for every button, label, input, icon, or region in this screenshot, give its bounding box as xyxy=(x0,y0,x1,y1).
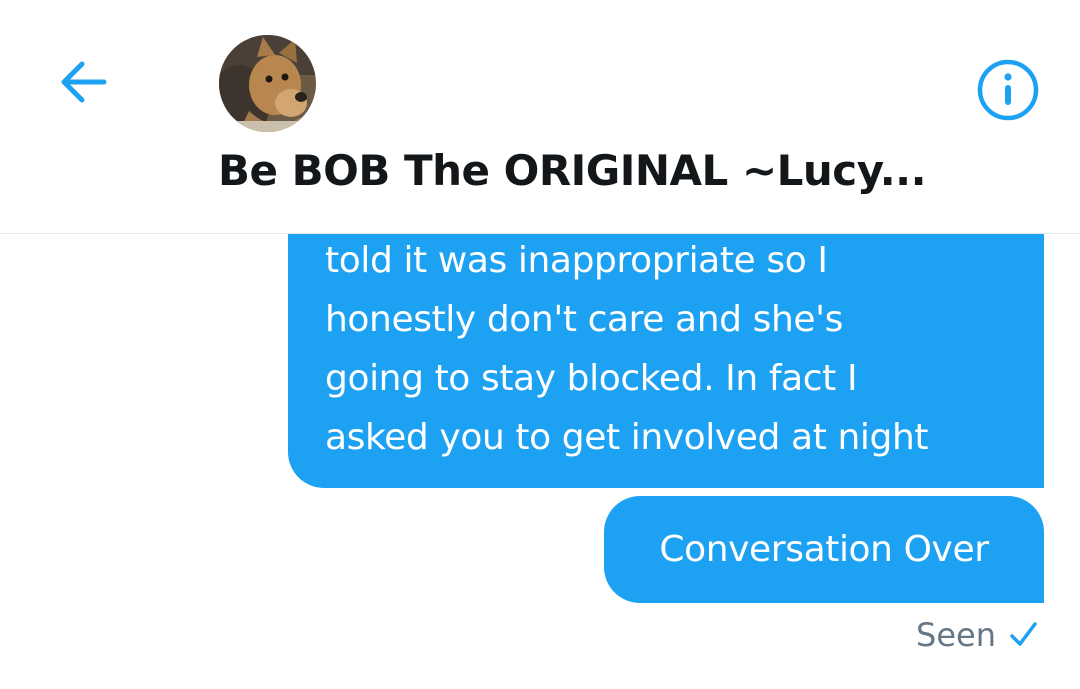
read-receipt: Seen xyxy=(916,616,1038,654)
checkmark-icon xyxy=(1010,622,1037,646)
arrow-left-icon xyxy=(61,61,107,103)
message-bubble-sent[interactable]: told it was inappropriate so I honestly … xyxy=(288,234,1044,488)
info-circle-icon xyxy=(977,59,1039,121)
avatar[interactable] xyxy=(219,35,316,132)
conversation-header: Be BOB The ORIGINAL ~Lucy... xyxy=(0,0,1080,234)
dog-avatar-image xyxy=(219,35,316,132)
back-button[interactable] xyxy=(54,52,114,112)
seen-label: Seen xyxy=(916,616,996,654)
message-list[interactable]: told it was inappropriate so I honestly … xyxy=(0,234,1080,689)
info-button[interactable] xyxy=(975,57,1041,123)
conversation-title[interactable]: Be BOB The ORIGINAL ~Lucy... xyxy=(218,146,927,195)
message-bubble-sent[interactable]: Conversation Over xyxy=(604,496,1044,603)
